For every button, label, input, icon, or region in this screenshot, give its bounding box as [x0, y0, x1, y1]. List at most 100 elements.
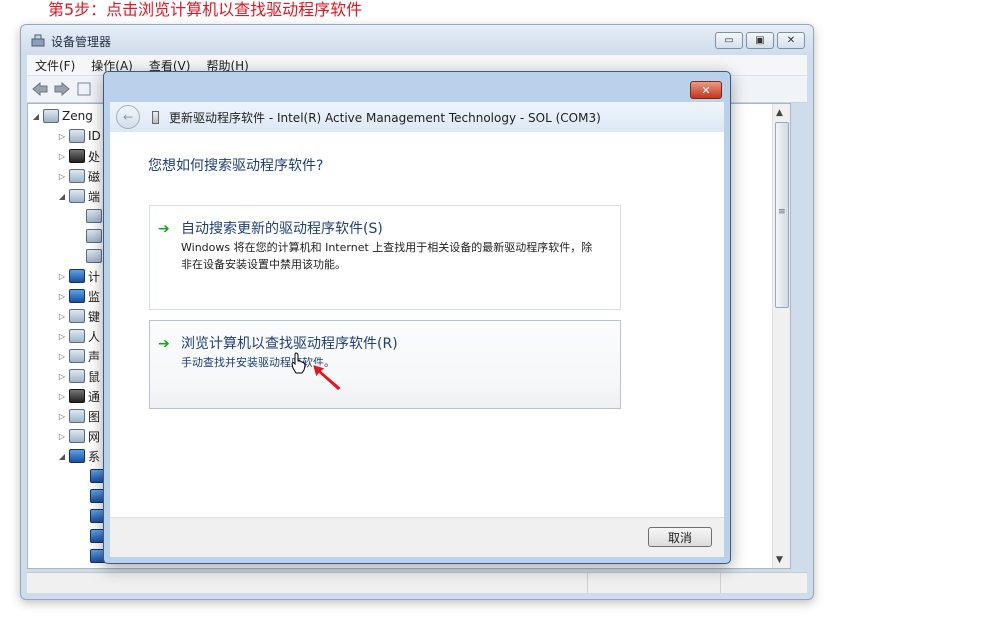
green-arrow-icon: ➔	[158, 221, 170, 237]
tree-label: 键	[88, 309, 101, 324]
dialog-title: 更新驱动程序软件 - Intel(R) Active Management Te…	[169, 110, 601, 125]
expand-arrow-icon[interactable]: ▷	[58, 332, 66, 341]
port-icon	[86, 209, 102, 223]
tree-label: 网	[88, 429, 101, 444]
tree-item[interactable]: ▷ ID	[58, 126, 101, 146]
usb-icon	[69, 389, 85, 403]
tree-label: 处	[88, 149, 101, 164]
collapse-arrow-icon[interactable]: ◢	[32, 112, 40, 121]
computer-icon	[69, 269, 85, 283]
expand-arrow-icon[interactable]: ▷	[58, 392, 66, 401]
option-title: 浏览计算机以查找驱动程序软件(R)	[181, 336, 398, 352]
expand-arrow-icon[interactable]: ▷	[58, 312, 66, 321]
red-pointer-arrow-icon	[310, 362, 344, 392]
tree-item[interactable]	[86, 246, 102, 266]
port-icon	[86, 229, 102, 243]
processor-icon	[69, 149, 85, 163]
tree-item[interactable]: ▷ 图	[58, 406, 100, 426]
tree-item[interactable]: ◢ 系	[58, 446, 100, 466]
tree-item[interactable]: ▷ 鼠	[58, 366, 100, 386]
expand-arrow-icon[interactable]: ▷	[58, 412, 66, 421]
expand-arrow-icon[interactable]: ▷	[58, 372, 66, 381]
expand-arrow-icon[interactable]: ▷	[58, 132, 66, 141]
option-description: Windows 将在您的计算机和 Internet 上查找用于相关设备的最新驱动…	[181, 241, 593, 271]
mouse-icon	[69, 369, 85, 383]
scroll-thumb[interactable]: ≡	[775, 122, 789, 308]
computer-icon	[43, 109, 59, 123]
window-title: 设备管理器	[51, 35, 112, 49]
cancel-button[interactable]: 取消	[648, 527, 712, 547]
expand-arrow-icon[interactable]: ▷	[58, 172, 66, 181]
window-controls: ▭ ▣ ✕	[715, 32, 805, 49]
tree-label: 声	[88, 349, 101, 364]
auto-search-option[interactable]: ➔ 自动搜索更新的驱动程序软件(S) Windows 将在您的计算机和 Inte…	[149, 205, 621, 310]
tree-item[interactable]: ▷ 通	[58, 386, 100, 406]
scroll-down-icon[interactable]: ▼	[776, 555, 783, 565]
disk-icon	[69, 169, 85, 183]
search-question: 您想如何搜索驱动程序软件?	[148, 158, 324, 174]
tree-label: ID	[88, 129, 101, 143]
vertical-scrollbar[interactable]: ▲ ≡ ▼	[772, 104, 790, 568]
tree-label: 计	[88, 269, 101, 284]
tree-item[interactable]	[86, 226, 102, 246]
menu-file[interactable]: 文件(F)	[27, 57, 83, 74]
window-titlebar: 设备管理器 ▭ ▣ ✕	[21, 25, 813, 55]
expand-arrow-icon[interactable]: ▷	[58, 432, 66, 441]
hand-cursor-icon	[291, 352, 306, 374]
tree-item[interactable]	[86, 206, 102, 226]
tree-item[interactable]: ▷ 处	[58, 146, 100, 166]
close-button[interactable]: ✕	[777, 32, 805, 49]
tree-item[interactable]: ▷ 键	[58, 306, 100, 326]
device-manager-icon	[31, 34, 45, 47]
collapse-arrow-icon[interactable]: ◢	[58, 452, 66, 461]
port-icon	[86, 249, 102, 263]
tree-label: Zeng	[62, 109, 93, 123]
back-arrow-icon[interactable]	[31, 80, 49, 98]
system-icon	[69, 449, 85, 463]
ide-icon	[69, 129, 85, 143]
hid-icon	[69, 329, 85, 343]
expand-arrow-icon[interactable]: ▷	[58, 272, 66, 281]
dialog-close-button[interactable]: ✕	[690, 81, 722, 99]
option-title: 自动搜索更新的驱动程序软件(S)	[181, 221, 383, 237]
device-icon	[152, 110, 159, 124]
dialog-header: ← 更新驱动程序软件 - Intel(R) Active Management …	[110, 102, 724, 132]
grip-icon: ≡	[778, 207, 786, 217]
update-driver-dialog: ✕ ← 更新驱动程序软件 - Intel(R) Active Managemen…	[103, 71, 731, 564]
expand-arrow-icon[interactable]: ▷	[58, 352, 66, 361]
tree-label: 端	[88, 189, 101, 204]
tree-item[interactable]: ▷ 计	[58, 266, 100, 286]
step-caption: 第5步：点击浏览计算机以查找驱动程序软件	[48, 0, 363, 19]
collapse-arrow-icon[interactable]: ◢	[58, 192, 66, 201]
tree-item[interactable]: ▷ 声	[58, 346, 100, 366]
expand-arrow-icon[interactable]: ▷	[58, 152, 66, 161]
tree-item[interactable]: ▷ 监	[58, 286, 100, 306]
minimize-button[interactable]: ▭	[715, 32, 743, 49]
speaker-icon	[69, 349, 85, 363]
tree-label: 鼠	[88, 369, 101, 384]
tree-label: 磁	[88, 169, 101, 184]
tree-item[interactable]: ▷ 人	[58, 326, 100, 346]
tree-item[interactable]: ▷ 磁	[58, 166, 100, 186]
tree-label: 图	[88, 409, 101, 424]
port-icon	[69, 189, 85, 203]
tree-label: 通	[88, 389, 101, 404]
tree-item[interactable]: ▷ 网	[58, 426, 100, 446]
status-cell	[27, 573, 588, 593]
expand-arrow-icon[interactable]: ▷	[58, 292, 66, 301]
dialog-body: 您想如何搜索驱动程序软件? ➔ 自动搜索更新的驱动程序软件(S) Windows…	[110, 132, 724, 518]
option-description: 手动查找并安装驱动程序软件。	[181, 356, 335, 369]
properties-icon[interactable]	[75, 80, 93, 98]
tree-root[interactable]: ◢ Zeng	[32, 106, 93, 126]
tree-label: 系	[88, 449, 101, 464]
scroll-up-icon[interactable]: ▲	[776, 108, 783, 118]
forward-arrow-icon[interactable]	[53, 80, 71, 98]
tree-label: 人	[88, 329, 101, 344]
back-button[interactable]: ←	[116, 105, 140, 129]
browse-computer-option[interactable]: ➔ 浏览计算机以查找驱动程序软件(R) 手动查找并安装驱动程序软件。	[149, 320, 621, 409]
status-bar	[27, 572, 807, 593]
network-icon	[69, 429, 85, 443]
maximize-button[interactable]: ▣	[746, 32, 774, 49]
tree-label: 监	[88, 289, 101, 304]
tree-item[interactable]: ◢ 端	[58, 186, 100, 206]
